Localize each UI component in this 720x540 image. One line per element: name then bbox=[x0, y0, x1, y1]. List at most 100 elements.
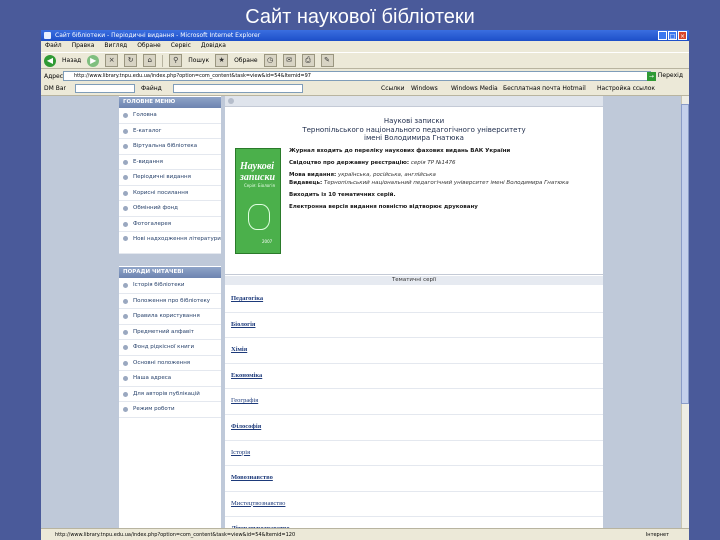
history-icon[interactable]: ◷ bbox=[263, 54, 277, 67]
mail-icon[interactable]: ✉ bbox=[282, 54, 296, 67]
edit-icon[interactable]: ✎ bbox=[320, 54, 334, 67]
sidebar-item-address[interactable]: Наша адреса bbox=[119, 371, 221, 387]
info-line: Видавець: Тернопільський національний пе… bbox=[289, 180, 569, 186]
sidebar: ГОЛОВНЕ МЕНЮ Головна Е-каталог Віртуальн… bbox=[119, 96, 221, 528]
sidebar-item-main-provisions[interactable]: Основні положення bbox=[119, 356, 221, 371]
favorites-star-icon[interactable]: ★ bbox=[215, 54, 229, 67]
sidebar-item-working-hours[interactable]: Режим роботи bbox=[119, 402, 221, 418]
topic-link-history[interactable]: Історія bbox=[225, 441, 603, 467]
toolbar: ◀ Назад ▶ × ↻ ⌂ ⚲ Пошук ★ Обране ◷ ✉ ⎙ ✎ bbox=[41, 52, 689, 69]
sidebar-item-new-arrivals[interactable]: Нові надходження літератури bbox=[119, 232, 221, 254]
sidebar-item-for-authors[interactable]: Для авторів публікацій bbox=[119, 387, 221, 402]
page-content: ГОЛОВНЕ МЕНЮ Головна Е-каталог Віртуальн… bbox=[41, 96, 689, 528]
links-item-windows-media[interactable]: Windows Media bbox=[451, 82, 498, 96]
topic-link-philosophy[interactable]: Філософія bbox=[225, 415, 603, 441]
info-line: Виходить із 10 тематичних серій. bbox=[289, 192, 396, 198]
vertical-scrollbar[interactable] bbox=[681, 96, 689, 528]
back-arrow-icon[interactable]: ◀ bbox=[44, 54, 56, 67]
info-line: Мова видання: українська, російська, анг… bbox=[289, 172, 436, 178]
window-title: Сайт бібліотеки - Періодичні видання - M… bbox=[55, 32, 261, 39]
info-line: Свідоцтво про державну реєстрацію: серія… bbox=[289, 160, 456, 166]
links-bar: DM Bar Файнд Ссылки Windows Windows Medi… bbox=[41, 82, 689, 96]
reader-menu-title: ПОРАДИ ЧИТАЧЕВІ bbox=[119, 267, 221, 278]
slide-title: Сайт наукової бібліотеки bbox=[245, 6, 475, 28]
sidebar-item-photo-gallery[interactable]: Фотогалерея bbox=[119, 217, 221, 232]
back-label[interactable]: Назад bbox=[62, 57, 81, 64]
status-url: http://www.library.tnpu.edu.ua/index.php… bbox=[55, 532, 296, 538]
status-bar: http://www.library.tnpu.edu.ua/index.php… bbox=[41, 528, 689, 540]
cover-title: Наукові записки bbox=[240, 161, 276, 183]
sidebar-item-subject-index[interactable]: Предметний алфавіт bbox=[119, 325, 221, 340]
links-item-windows[interactable]: Windows bbox=[411, 82, 438, 96]
sidebar-item-history[interactable]: Історія бібліотеки bbox=[119, 278, 221, 294]
sidebar-item-useful-links[interactable]: Корисні посилання bbox=[119, 186, 221, 201]
sidebar-item-periodicals[interactable]: Періодичні видання bbox=[119, 170, 221, 186]
forward-arrow-icon[interactable]: ▶ bbox=[87, 54, 100, 67]
sidebar-item-ecatalog[interactable]: Е-каталог bbox=[119, 124, 221, 139]
maximize-button[interactable]: □ bbox=[668, 31, 677, 40]
sidebar-item-regulations[interactable]: Положення про бібліотеку bbox=[119, 294, 221, 309]
toolbar-separator bbox=[162, 54, 164, 67]
links-search-button[interactable]: Файнд bbox=[141, 82, 162, 96]
topic-link-geography[interactable]: Географія bbox=[225, 389, 603, 415]
search-button-label[interactable]: Пошук bbox=[188, 57, 209, 64]
go-arrow-icon: → bbox=[646, 71, 656, 81]
menu-bar: Файл Правка Вигляд Обране Сервіс Довідка bbox=[41, 41, 689, 51]
circle-icon bbox=[228, 98, 234, 104]
menu-favorites[interactable]: Обране bbox=[137, 41, 161, 51]
topic-link-linguistics[interactable]: Мовознавство bbox=[225, 466, 603, 492]
topic-link-pedagogy[interactable]: Педагогіка bbox=[225, 287, 603, 313]
sidebar-item-epublications[interactable]: Е-видання bbox=[119, 155, 221, 170]
address-input[interactable]: http://www.library.tnpu.edu.ua/index.php… bbox=[63, 71, 651, 81]
scrollbar-thumb[interactable] bbox=[681, 104, 689, 404]
search-icon[interactable]: ⚲ bbox=[169, 54, 183, 67]
journal-title-line-3: імені Володимира Гнатюка bbox=[364, 134, 464, 142]
topic-link-literary-studies[interactable]: Літературознавство bbox=[225, 517, 603, 528]
info-line: Електронна версія видання повністю відтв… bbox=[289, 204, 478, 210]
menu-edit[interactable]: Правка bbox=[72, 41, 95, 51]
print-icon[interactable]: ⎙ bbox=[301, 54, 315, 67]
topic-link-economics[interactable]: Економіка bbox=[225, 364, 603, 390]
topic-link-chemistry[interactable]: Хімія bbox=[225, 338, 603, 364]
go-button[interactable]: → Перехід bbox=[646, 71, 683, 81]
topic-link-biology[interactable]: Біологія bbox=[225, 313, 603, 339]
minimize-button[interactable]: _ bbox=[658, 31, 667, 40]
window-titlebar[interactable]: Сайт бібліотеки - Періодичні видання - M… bbox=[41, 30, 689, 41]
sidebar-item-rare-books[interactable]: Фонд рідкісної книги bbox=[119, 340, 221, 356]
refresh-icon[interactable]: ↻ bbox=[124, 54, 138, 67]
menu-view[interactable]: Вигляд bbox=[104, 41, 127, 51]
links-item-customize[interactable]: Настройка ссылок bbox=[597, 82, 655, 96]
close-button[interactable]: × bbox=[678, 31, 687, 40]
journal-cover-image: Наукові записки Серія: Біологія 2007 bbox=[235, 148, 281, 254]
status-zone: Інтернет bbox=[645, 532, 669, 538]
links-item-sites[interactable]: Ссылки bbox=[381, 82, 405, 96]
links-item-hotmail[interactable]: Бесплатная почта Hotmail bbox=[503, 82, 586, 96]
links-search-field[interactable] bbox=[173, 84, 303, 93]
sidebar-item-home[interactable]: Головна bbox=[119, 108, 221, 124]
main-menu-title: ГОЛОВНЕ МЕНЮ bbox=[119, 97, 221, 108]
home-icon[interactable]: ⌂ bbox=[143, 54, 157, 67]
journal-title-line-2: Тернопільського національного педагогічн… bbox=[302, 125, 526, 134]
links-search-input[interactable] bbox=[75, 84, 135, 93]
menu-tools[interactable]: Сервіс bbox=[171, 41, 191, 51]
cover-year: 2007 bbox=[262, 239, 273, 244]
topics-header: Тематичні серії bbox=[225, 276, 603, 285]
menu-file[interactable]: Файл bbox=[45, 41, 62, 51]
journal-title-line-1: Наукові записки bbox=[383, 117, 445, 125]
sidebar-item-rules[interactable]: Правила користування bbox=[119, 309, 221, 325]
go-label: Перехід bbox=[657, 72, 683, 79]
menu-help[interactable]: Довідка bbox=[201, 41, 226, 51]
main-topbar bbox=[225, 96, 603, 107]
sidebar-item-exchange-fund[interactable]: Обмінний фонд bbox=[119, 201, 221, 217]
topics-list: Педагогіка Біологія Хімія Економіка Геог… bbox=[225, 287, 603, 528]
ie-icon bbox=[44, 32, 51, 39]
sidebar-item-virtual-library[interactable]: Віртуальна бібліотека bbox=[119, 139, 221, 155]
stop-icon[interactable]: × bbox=[105, 54, 119, 67]
address-bar: Адреса: http://www.library.tnpu.edu.ua/i… bbox=[41, 70, 689, 82]
info-line: Журнал входить до переліку наукових фахо… bbox=[289, 148, 511, 154]
journal-title: Наукові записки Тернопільського націонал… bbox=[225, 117, 603, 143]
divider bbox=[225, 274, 603, 275]
main-panel: Наукові записки Тернопільського націонал… bbox=[225, 96, 603, 528]
topic-link-art-studies[interactable]: Мистецтвознавство bbox=[225, 492, 603, 518]
favorites-button-label[interactable]: Обране bbox=[234, 57, 258, 64]
